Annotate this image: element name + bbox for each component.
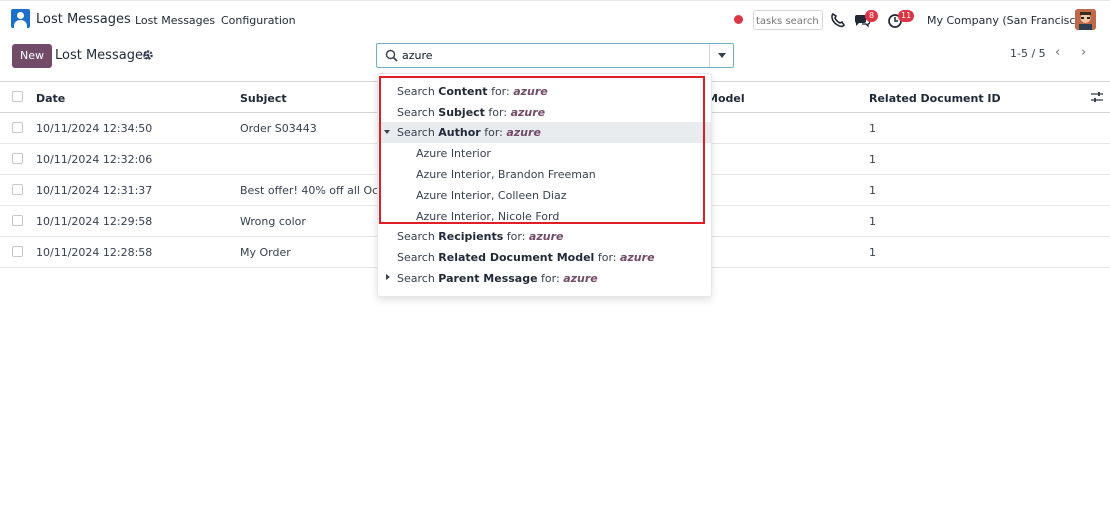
column-date[interactable]: Date: [36, 92, 65, 105]
option-term: azure: [619, 251, 655, 264]
new-button[interactable]: New: [12, 44, 52, 68]
page-title: Lost Messages: [55, 48, 150, 63]
option-for: for:: [537, 272, 564, 285]
pager-value[interactable]: 1-5 / 5: [1010, 47, 1046, 60]
cell-date: 10/11/2024 12:34:50: [36, 122, 153, 135]
cell-related-id: 1: [869, 122, 876, 135]
search-options-toggle-icon[interactable]: [709, 44, 733, 67]
top-navbar: Lost Messages Lost Messages Configuratio…: [0, 0, 1110, 38]
tasks-search-input[interactable]: [753, 10, 823, 30]
phone-icon[interactable]: [829, 11, 847, 29]
cell-date: 10/11/2024 12:28:58: [36, 246, 153, 259]
pager-previous-icon[interactable]: ‹: [1055, 45, 1069, 61]
option-prefix: Search: [397, 272, 439, 285]
search-bar[interactable]: azure: [376, 43, 734, 68]
menu-lost-messages[interactable]: Lost Messages: [135, 14, 215, 27]
option-for: for:: [594, 251, 620, 264]
column-subject[interactable]: Subject: [240, 92, 287, 105]
row-checkbox[interactable]: [12, 215, 23, 226]
search-icon: [385, 49, 398, 62]
select-all-checkbox[interactable]: [12, 91, 23, 102]
option-field: Recipients: [438, 230, 504, 243]
row-checkbox[interactable]: [12, 122, 23, 133]
cell-date: 10/11/2024 12:31:37: [36, 184, 153, 197]
app-title[interactable]: Lost Messages: [36, 12, 131, 27]
collapsed-caret-icon[interactable]: [386, 274, 390, 280]
option-prefix: Search: [397, 230, 439, 243]
column-model[interactable]: Model: [707, 92, 745, 105]
search-recipients-option[interactable]: Search Recipients for: azure: [378, 226, 711, 247]
option-term: azure: [563, 272, 598, 285]
cell-related-id: 1: [869, 246, 876, 259]
cell-date: 10/11/2024 12:32:06: [36, 153, 153, 166]
cell-subject: My Order: [240, 246, 291, 259]
cell-related-id: 1: [869, 215, 876, 228]
option-term: azure: [528, 230, 564, 243]
cell-date: 10/11/2024 12:29:58: [36, 215, 153, 228]
row-checkbox[interactable]: [12, 153, 23, 164]
optional-columns-icon[interactable]: [1091, 91, 1103, 103]
messages-badge: 8: [865, 10, 878, 22]
cell-subject: Wrong color: [240, 215, 306, 228]
user-avatar[interactable]: [1075, 9, 1096, 30]
row-checkbox[interactable]: [12, 246, 23, 257]
menu-configuration[interactable]: Configuration: [221, 14, 296, 27]
option-field: Related Document Model: [438, 251, 595, 264]
option-prefix: Search: [397, 251, 439, 264]
annotation-highlight-box: [379, 76, 705, 224]
gear-icon[interactable]: [142, 49, 154, 61]
cell-subject: Order S03443: [240, 122, 317, 135]
option-for: for:: [503, 230, 529, 243]
option-field: Parent Message: [438, 272, 538, 285]
cell-related-id: 1: [869, 184, 876, 197]
search-parent-message-option[interactable]: Search Parent Message for: azure: [378, 268, 711, 289]
column-related-document-id[interactable]: Related Document ID: [869, 92, 1001, 105]
cell-related-id: 1: [869, 153, 876, 166]
company-switcher[interactable]: My Company (San Francisco): [927, 14, 1086, 27]
search-input[interactable]: azure: [402, 49, 433, 62]
search-related-document-model-option[interactable]: Search Related Document Model for: azure: [378, 247, 711, 268]
pager-next-icon[interactable]: ›: [1081, 45, 1095, 61]
app-icon[interactable]: [11, 9, 30, 28]
recording-dot-icon[interactable]: [734, 15, 743, 24]
row-checkbox[interactable]: [12, 184, 23, 195]
activity-badge: 11: [898, 10, 915, 22]
